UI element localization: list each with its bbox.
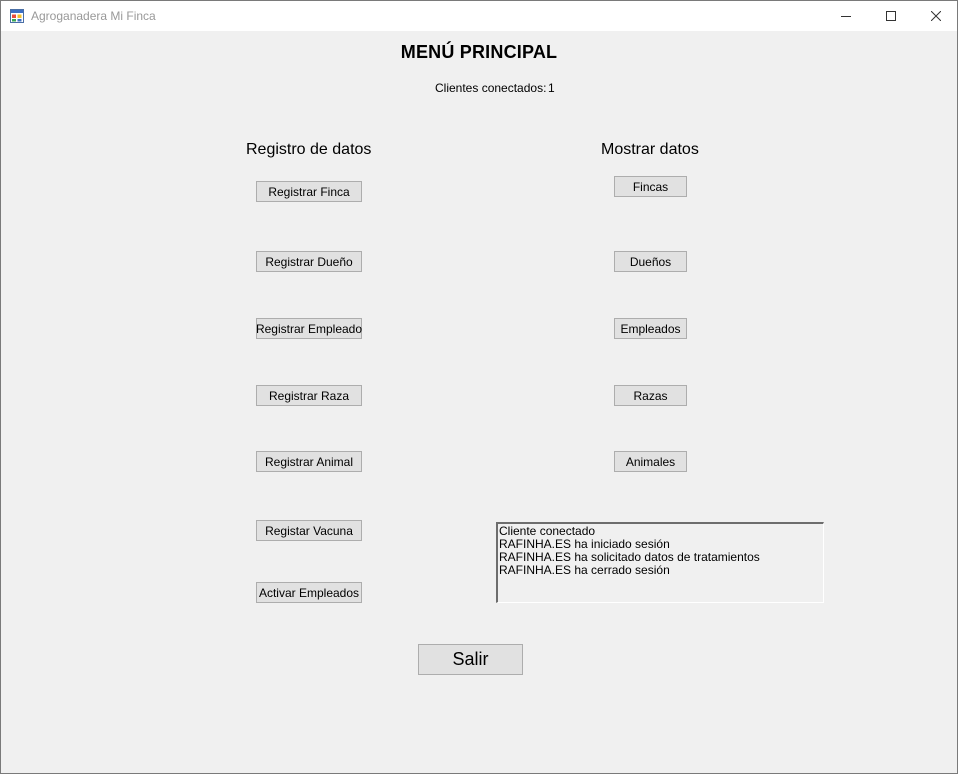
register-vaccine-button[interactable]: Registar Vacuna <box>256 520 362 541</box>
close-icon <box>931 11 941 21</box>
show-employees-button[interactable]: Empleados <box>614 318 687 339</box>
minimize-button[interactable] <box>823 1 869 31</box>
show-breeds-button[interactable]: Razas <box>614 385 687 406</box>
app-window: Agroganadera Mi Finca MENÚ PRINCIPAL Cli… <box>0 0 958 774</box>
connected-clients-label: Clientes conectados: <box>435 81 547 95</box>
log-line: RAFINHA.ES ha cerrado sesión <box>499 563 670 577</box>
title-bar[interactable]: Agroganadera Mi Finca <box>1 1 957 31</box>
show-section-title: Mostrar datos <box>601 141 699 158</box>
close-button[interactable] <box>913 1 958 31</box>
register-employee-button[interactable]: Registrar Empleado <box>256 318 362 339</box>
minimize-icon <box>841 16 851 17</box>
exit-button[interactable]: Salir <box>418 644 523 675</box>
register-breed-button[interactable]: Registrar Raza <box>256 385 362 406</box>
activity-log[interactable]: Cliente conectado RAFINHA.ES ha iniciado… <box>496 522 824 603</box>
page-title: MENÚ PRINCIPAL <box>400 42 558 62</box>
window-title: Agroganadera Mi Finca <box>31 9 156 23</box>
show-fincas-button[interactable]: Fincas <box>614 176 687 197</box>
app-form-icon <box>10 9 24 23</box>
register-finca-button[interactable]: Registrar Finca <box>256 181 362 202</box>
register-section-title: Registro de datos <box>246 141 372 158</box>
main-panel: MENÚ PRINCIPAL Clientes conectados: 1 Re… <box>1 31 957 773</box>
activate-employees-button[interactable]: Activar Empleados <box>256 582 362 603</box>
maximize-button[interactable] <box>868 1 914 31</box>
register-animal-button[interactable]: Registrar Animal <box>256 451 362 472</box>
maximize-icon <box>886 11 896 21</box>
connected-clients-count: 1 <box>548 81 555 95</box>
show-owners-button[interactable]: Dueños <box>614 251 687 272</box>
register-owner-button[interactable]: Registrar Dueño <box>256 251 362 272</box>
show-animals-button[interactable]: Animales <box>614 451 687 472</box>
